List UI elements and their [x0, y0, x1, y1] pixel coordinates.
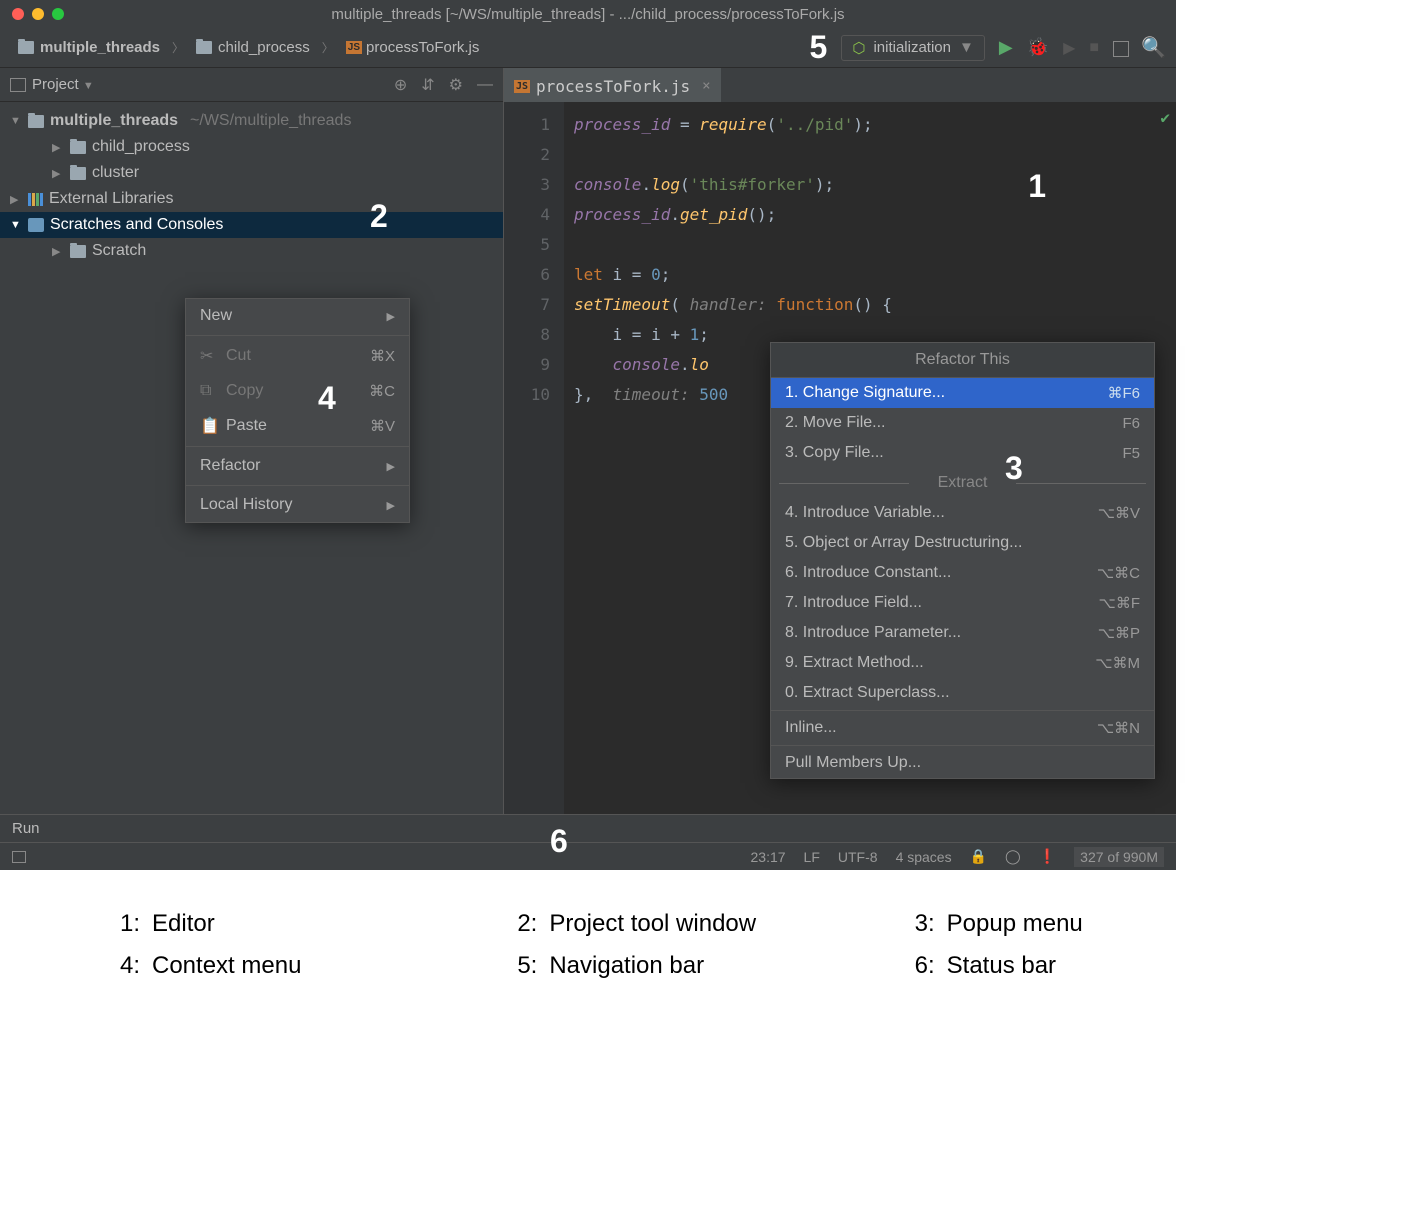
- chevron-down-icon: ▼: [10, 115, 22, 127]
- folder-icon: [70, 141, 86, 154]
- folder-icon: [18, 41, 34, 54]
- analysis-ok-icon[interactable]: ✔: [1160, 108, 1170, 127]
- context-menu-history[interactable]: Local History▶: [186, 488, 409, 522]
- popup-item[interactable]: 5. Object or Array Destructuring...: [771, 528, 1154, 558]
- expand-icon[interactable]: ⇵: [421, 75, 434, 95]
- paste-icon: 📋: [200, 416, 216, 436]
- tree-item-scratches[interactable]: ▼Scratches and Consoles: [0, 212, 503, 238]
- hide-icon[interactable]: —: [477, 76, 493, 94]
- context-menu: New▶ ✂Cut⌘X ⧉Copy⌘C 📋Paste⌘V Refactor▶ L…: [185, 298, 410, 523]
- popup-title: Refactor This: [771, 343, 1154, 378]
- popup-item-change-signature[interactable]: 1. Change Signature...⌘F6: [771, 378, 1154, 408]
- chevron-right-icon: ▶: [52, 245, 64, 258]
- chevron-right-icon: ▶: [387, 460, 395, 473]
- coverage-button[interactable]: ▶: [1063, 38, 1075, 58]
- scratches-icon: [28, 218, 44, 232]
- chevron-right-icon: 〉: [172, 39, 184, 56]
- popup-item[interactable]: 4. Introduce Variable...⌥⌘V: [771, 498, 1154, 528]
- window-title: multiple_threads [~/WS/multiple_threads]…: [331, 6, 844, 23]
- popup-item-pull-up[interactable]: Pull Members Up...: [771, 748, 1154, 778]
- chevron-right-icon: ▶: [387, 499, 395, 512]
- popup-item[interactable]: 8. Introduce Parameter...⌥⌘P: [771, 618, 1154, 648]
- maximize-window-button[interactable]: [52, 8, 64, 20]
- debug-button[interactable]: 🐞: [1027, 37, 1049, 58]
- chevron-right-icon: ▶: [387, 310, 395, 323]
- folder-icon: [28, 115, 44, 128]
- settings-icon[interactable]: ⚙: [449, 75, 463, 95]
- context-menu-new[interactable]: New▶: [186, 299, 409, 333]
- folder-icon: [70, 167, 86, 180]
- breadcrumb-file[interactable]: JSprocessToFork.js: [346, 39, 480, 56]
- status-bar: 6 23:17 LF UTF-8 4 spaces 🔒 ◯ ❗ 327 of 9…: [0, 842, 1176, 870]
- js-file-icon: JS: [346, 41, 362, 54]
- layout-icon[interactable]: [1113, 41, 1127, 55]
- context-menu-paste[interactable]: 📋Paste⌘V: [186, 408, 409, 444]
- minimize-window-button[interactable]: [32, 8, 44, 20]
- chevron-right-icon: ▶: [10, 193, 22, 206]
- lock-icon[interactable]: 🔒: [970, 848, 987, 865]
- context-menu-copy[interactable]: ⧉Copy⌘C: [186, 374, 409, 408]
- context-menu-cut[interactable]: ✂Cut⌘X: [186, 338, 409, 374]
- run-tool-bar[interactable]: Run: [0, 814, 1176, 842]
- navigation-bar: multiple_threads 〉 child_process 〉 JSpro…: [0, 28, 1176, 68]
- status-encoding[interactable]: UTF-8: [838, 849, 878, 865]
- close-tab-icon[interactable]: ×: [702, 78, 710, 94]
- chevron-down-icon: ▼: [10, 219, 22, 231]
- chevron-right-icon: ▶: [52, 167, 64, 180]
- chat-icon[interactable]: ◯: [1005, 848, 1021, 865]
- status-line-separator[interactable]: LF: [804, 849, 820, 865]
- event-log-icon[interactable]: ❗: [1039, 848, 1056, 865]
- breadcrumb-root[interactable]: multiple_threads: [18, 39, 160, 56]
- nodejs-icon: ⬡: [852, 39, 865, 57]
- copy-icon: ⧉: [200, 382, 216, 400]
- status-memory[interactable]: 327 of 990M: [1074, 847, 1164, 867]
- run-config-selector[interactable]: ⬡ initialization ▼: [841, 35, 985, 61]
- project-panel-title[interactable]: Project ▼: [32, 76, 94, 93]
- cut-icon: ✂: [200, 346, 216, 366]
- window-controls: [12, 8, 64, 20]
- stop-button: ■: [1089, 39, 1099, 57]
- legend: 1:Editor 2:Project tool window 3:Popup m…: [0, 870, 1412, 980]
- popup-item-move-file[interactable]: 2. Move File...F6: [771, 408, 1154, 438]
- search-icon[interactable]: 🔍: [1141, 35, 1166, 60]
- tree-item[interactable]: ▶cluster: [0, 160, 503, 186]
- status-indent[interactable]: 4 spaces: [896, 849, 952, 865]
- project-panel-header: Project ▼ ⊕ ⇵ ⚙ —: [0, 68, 503, 102]
- context-menu-refactor[interactable]: Refactor▶: [186, 449, 409, 483]
- layout-toggle-icon[interactable]: [12, 851, 26, 863]
- popup-item[interactable]: 9. Extract Method...⌥⌘M: [771, 648, 1154, 678]
- popup-item-copy-file[interactable]: 3. Copy File...F5: [771, 438, 1154, 468]
- project-view-icon: [10, 78, 26, 92]
- tree-item[interactable]: ▶child_process: [0, 134, 503, 160]
- folder-icon: [70, 245, 86, 258]
- annotation-5: 5: [810, 29, 828, 66]
- folder-icon: [196, 41, 212, 54]
- status-caret-position[interactable]: 23:17: [751, 849, 786, 865]
- editor-tab[interactable]: JS processToFork.js ×: [504, 68, 721, 102]
- breadcrumb-folder[interactable]: child_process: [196, 39, 310, 56]
- chevron-down-icon: ▼: [959, 39, 974, 56]
- chevron-right-icon: 〉: [322, 39, 334, 56]
- tree-item[interactable]: ▶Scratch: [0, 238, 503, 264]
- gutter: 12345678910: [504, 102, 564, 814]
- js-file-icon: JS: [514, 80, 530, 93]
- annotation-6: 6: [550, 823, 568, 860]
- library-icon: [28, 193, 43, 206]
- popup-item[interactable]: 6. Introduce Constant...⌥⌘C: [771, 558, 1154, 588]
- tree-root[interactable]: ▼multiple_threads~/WS/multiple_threads: [0, 108, 503, 134]
- tree-item-external-libraries[interactable]: ▶External Libraries: [0, 186, 503, 212]
- title-bar: multiple_threads [~/WS/multiple_threads]…: [0, 0, 1176, 28]
- ide-window: multiple_threads [~/WS/multiple_threads]…: [0, 0, 1176, 870]
- popup-item[interactable]: 0. Extract Superclass...: [771, 678, 1154, 708]
- run-button[interactable]: ▶: [999, 37, 1013, 58]
- popup-item-inline[interactable]: Inline...⌥⌘N: [771, 713, 1154, 743]
- chevron-right-icon: ▶: [52, 141, 64, 154]
- editor-tabs: JS processToFork.js ×: [504, 68, 1176, 102]
- refactor-popup: Refactor This 1. Change Signature...⌘F6 …: [770, 342, 1155, 779]
- popup-group-extract: Extract: [771, 468, 1154, 498]
- locate-icon[interactable]: ⊕: [394, 75, 407, 95]
- popup-item[interactable]: 7. Introduce Field...⌥⌘F: [771, 588, 1154, 618]
- close-window-button[interactable]: [12, 8, 24, 20]
